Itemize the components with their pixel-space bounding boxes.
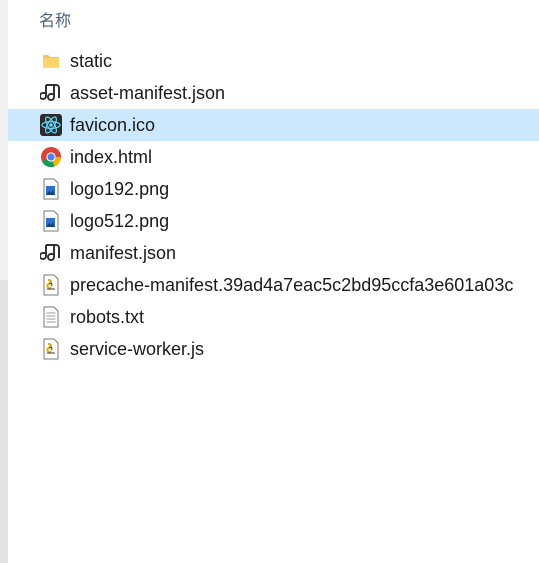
file-name: index.html bbox=[70, 147, 153, 167]
text-file-icon bbox=[40, 306, 62, 328]
json-file-icon bbox=[40, 82, 62, 104]
file-name: logo512.png bbox=[70, 211, 170, 231]
list-item-robots[interactable]: robots.txt bbox=[8, 301, 539, 333]
list-item-service-worker[interactable]: service-worker.js bbox=[8, 333, 539, 365]
list-item-favicon[interactable]: favicon.ico bbox=[8, 109, 539, 141]
file-name: static bbox=[70, 51, 113, 71]
file-name: favicon.ico bbox=[70, 115, 156, 135]
chrome-icon bbox=[40, 146, 62, 168]
json-file-icon bbox=[40, 242, 62, 264]
js-file-icon bbox=[40, 274, 62, 296]
file-name: manifest.json bbox=[70, 243, 177, 263]
folder-icon bbox=[40, 50, 62, 72]
file-name: robots.txt bbox=[70, 307, 145, 327]
scrollbar-thumb[interactable] bbox=[0, 280, 8, 563]
sort-caret-icon bbox=[352, 0, 366, 6]
image-file-icon bbox=[40, 210, 62, 232]
scrollbar-track[interactable] bbox=[0, 0, 8, 563]
file-list: static asset-manifest.json favicon.ico i… bbox=[8, 45, 539, 365]
list-item-manifest[interactable]: manifest.json bbox=[8, 237, 539, 269]
js-file-icon bbox=[40, 338, 62, 360]
list-item-asset-manifest[interactable]: asset-manifest.json bbox=[8, 77, 539, 109]
list-item-logo512[interactable]: logo512.png bbox=[8, 205, 539, 237]
column-header: 名称 bbox=[8, 0, 539, 34]
list-item-precache-manifest[interactable]: precache-manifest.39ad4a7eac5c2bd95ccfa3… bbox=[8, 269, 539, 301]
file-name: precache-manifest.39ad4a7eac5c2bd95ccfa3… bbox=[70, 275, 514, 295]
name-column-header[interactable]: 名称 bbox=[39, 7, 71, 31]
file-name: asset-manifest.json bbox=[70, 83, 226, 103]
react-icon bbox=[40, 114, 62, 136]
image-file-icon bbox=[40, 178, 62, 200]
list-item-static[interactable]: static bbox=[8, 45, 539, 77]
file-name: logo192.png bbox=[70, 179, 170, 199]
list-item-index-html[interactable]: index.html bbox=[8, 141, 539, 173]
list-item-logo192[interactable]: logo192.png bbox=[8, 173, 539, 205]
file-name: service-worker.js bbox=[70, 339, 205, 359]
